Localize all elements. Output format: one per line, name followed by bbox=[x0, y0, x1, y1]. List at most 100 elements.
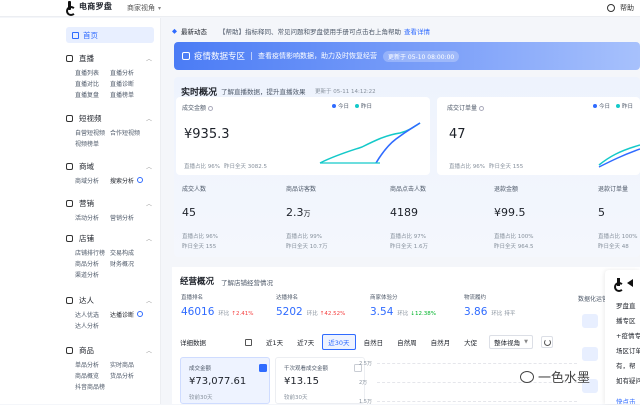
view-select[interactable]: 整体视角 ▼ bbox=[489, 335, 533, 349]
sidebar-group-header[interactable]: 营销 ︿ bbox=[66, 198, 156, 209]
chevron-up-icon: ︿ bbox=[145, 116, 152, 123]
news-link[interactable]: 查看详情 bbox=[404, 26, 430, 36]
megaphone-icon: ◆ bbox=[172, 27, 177, 35]
pie-chart-icon[interactable] bbox=[582, 347, 598, 361]
metric-label: 退款金额 bbox=[494, 186, 519, 193]
chevron-up-icon: ︿ bbox=[145, 298, 152, 305]
y-axis-label: 2万 bbox=[359, 380, 368, 386]
sidebar-subitem[interactable]: 直播诊断 bbox=[110, 79, 150, 88]
metric-yesterday: 昨日全天 10.7万 bbox=[286, 244, 328, 250]
sidebar-subitem[interactable]: 自营短视频 bbox=[75, 128, 110, 137]
ops-metric-label: 物流履约 bbox=[464, 295, 487, 301]
period-tab-active[interactable]: 近30天 bbox=[322, 334, 356, 350]
sidebar-subitem[interactable]: 货品分析 bbox=[110, 371, 150, 380]
sidebar-subitem[interactable]: 合作短视频 bbox=[110, 128, 150, 137]
logo[interactable]: 电商罗盘 bbox=[66, 1, 112, 16]
ops-metric-logistics[interactable]: 物流履约 3.86 环比 持平 bbox=[464, 293, 515, 318]
sidebar-subitem[interactable]: 营销分析 bbox=[110, 213, 150, 222]
sidebar-group-header[interactable]: 直播 ︿ bbox=[66, 53, 156, 64]
sidebar-subitem[interactable]: 商品分析 bbox=[75, 259, 110, 268]
period-tab[interactable]: 近1天 bbox=[260, 334, 289, 350]
chevron-up-icon: ︿ bbox=[145, 201, 152, 208]
checkbox-checked[interactable] bbox=[259, 364, 267, 372]
ops-metric-creator-rank[interactable]: 达播排名 5202 环比 ↑ 42.52% bbox=[276, 293, 345, 318]
sidebar-subitem[interactable]: 达人优选 bbox=[75, 310, 110, 319]
sidebar-subitem[interactable]: 直播复盘 bbox=[75, 90, 110, 99]
new-dot-icon bbox=[137, 311, 144, 317]
ops-metric-cmp: 环比 bbox=[218, 311, 230, 317]
chart-legend: 今日 昨日 bbox=[587, 102, 633, 110]
metric-live-ratio: 直播占比 99% bbox=[286, 234, 322, 240]
sidebar-group-header[interactable]: 达人 ︿ bbox=[66, 295, 156, 306]
period-tab[interactable]: 近7天 bbox=[291, 334, 320, 350]
sidebar-subitem-search[interactable]: 搜索分析 bbox=[110, 176, 150, 185]
douyin-logo-icon bbox=[614, 278, 624, 292]
operations-title: 经营概况 bbox=[180, 277, 215, 287]
y-axis-label: 2.5万 bbox=[359, 361, 372, 367]
sidebar-subitem[interactable]: 店铺排行榜 bbox=[75, 248, 110, 257]
detail-card-label: 成交金额 bbox=[189, 366, 212, 372]
sidebar-subitem[interactable]: 活动分析 bbox=[75, 213, 110, 222]
wechat-icon bbox=[520, 370, 534, 383]
refresh-icon[interactable] bbox=[540, 336, 553, 348]
popup-link[interactable]: 快点击 bbox=[616, 396, 636, 404]
ops-metric-experience[interactable]: 商家体验分 3.54 环比 ↓ 12.38% bbox=[370, 293, 436, 318]
orders-card[interactable]: 成交订单量 今日 昨日 47 直播占比 96% 昨日全天 155 bbox=[437, 97, 640, 175]
sidebar-subitem[interactable]: 商品概览 bbox=[75, 371, 110, 380]
period-tab[interactable]: 自然月 bbox=[425, 334, 457, 350]
sidebar-group-live: 直播 ︿ 直播列表 直播分析 直播对比 直播诊断 直播复盘 直播榜单 bbox=[66, 53, 156, 99]
metric-live-ratio: 直播占比 97% bbox=[390, 234, 426, 240]
sidebar-subitem[interactable]: 实时商品 bbox=[110, 360, 150, 369]
chevron-up-icon: ︿ bbox=[145, 236, 152, 243]
sidebar-subitem[interactable]: 直播分析 bbox=[110, 68, 150, 77]
period-tab[interactable]: 自然周 bbox=[391, 334, 423, 350]
sidebar-subitem[interactable]: 渠道分析 bbox=[75, 270, 110, 279]
sidebar-subitem[interactable]: 达人分析 bbox=[75, 321, 110, 330]
gmv-sparkline bbox=[319, 122, 421, 164]
detail-card-gpm[interactable]: 千次观看成交金额 ¥13.15 较前30天 bbox=[275, 357, 365, 404]
group-label: 商品 bbox=[79, 346, 94, 355]
detail-card-value: ¥13.15 bbox=[284, 376, 319, 387]
ops-metric-label: 商家体验分 bbox=[370, 295, 398, 301]
sidebar-subitem[interactable]: 单品分析 bbox=[75, 360, 110, 369]
sidebar-group-header[interactable]: 商域 ︿ bbox=[66, 161, 156, 172]
metric-live-ratio: 直播占比 100% bbox=[494, 234, 534, 240]
detail-card-meta: 较前30天 bbox=[284, 395, 308, 401]
metric-yesterday: 昨日全天 155 bbox=[182, 244, 217, 250]
group-label: 短视频 bbox=[79, 114, 102, 123]
period-tab[interactable]: 大促 bbox=[458, 334, 483, 350]
ops-metric-delta: 2.41% bbox=[236, 311, 254, 317]
sidebar-subitem[interactable]: 商域分析 bbox=[75, 176, 110, 185]
ops-metric-label: 直播排名 bbox=[181, 295, 204, 301]
creator-icon bbox=[66, 297, 73, 304]
perspective-switch[interactable]: 商家视角 ▾ bbox=[127, 3, 161, 13]
sidebar-group-header[interactable]: 商品 ︿ bbox=[66, 345, 156, 356]
epidemic-banner[interactable]: 疫情数据专区 查看疫情影响数据，助力及时恢复经营 更新于 05-10 08:00… bbox=[174, 42, 640, 70]
calendar-icon[interactable] bbox=[245, 338, 252, 346]
sidebar-group-header[interactable]: 短视频 ︿ bbox=[66, 113, 156, 124]
sidebar-subitem-diagnosis[interactable]: 达播诊断 bbox=[110, 310, 150, 319]
notice-popup[interactable]: 罗盘直 播专区 +疫情专 场区订单 有，帮 如有疑问 快点击 bbox=[605, 270, 640, 404]
info-icon bbox=[479, 106, 485, 111]
gmv-card[interactable]: 成交金额 今日 昨日 ¥935.3 直播占比 96% 昨日全天 3082.5 bbox=[176, 97, 430, 175]
sidebar-subitem[interactable]: 财务概况 bbox=[110, 259, 150, 268]
sidebar-subitem[interactable]: 直播榜单 bbox=[110, 90, 150, 99]
help-entry[interactable]: 帮助 bbox=[607, 3, 634, 13]
sidebar-group-header[interactable]: 店铺 ︿ bbox=[66, 233, 156, 244]
sidebar-subitem[interactable]: 视频榜单 bbox=[75, 139, 110, 148]
detail-card-gmv[interactable]: 成交金额 ¥73,077.61 较前30天 bbox=[180, 357, 270, 404]
period-tab[interactable]: 自然日 bbox=[358, 334, 390, 350]
sidebar-subitem[interactable]: 直播对比 bbox=[75, 79, 110, 88]
sidebar-item-home[interactable]: 首页 bbox=[66, 27, 154, 43]
popup-text: 罗盘直 bbox=[616, 302, 636, 310]
chart-line-icon[interactable] bbox=[582, 314, 598, 328]
marketing-icon bbox=[66, 200, 73, 207]
sidebar-subitem[interactable]: 直播列表 bbox=[75, 68, 110, 77]
detail-data-label: 详细数据 bbox=[180, 339, 206, 347]
sidebar-subitem[interactable]: 交易构成 bbox=[110, 248, 150, 257]
ops-metric-value: 5202 bbox=[276, 306, 303, 318]
ops-metric-live-rank[interactable]: 直播排名 46016 环比 ↑ 2.41% bbox=[181, 293, 254, 318]
orders-live-ratio: 直播占比 96% bbox=[449, 164, 485, 170]
period-toolbar: 近1天 近7天 近30天 自然日 自然周 自然月 大促 整体视角 ▼ bbox=[245, 334, 553, 350]
sidebar-subitem[interactable]: 抖音商品榜 bbox=[75, 382, 110, 391]
